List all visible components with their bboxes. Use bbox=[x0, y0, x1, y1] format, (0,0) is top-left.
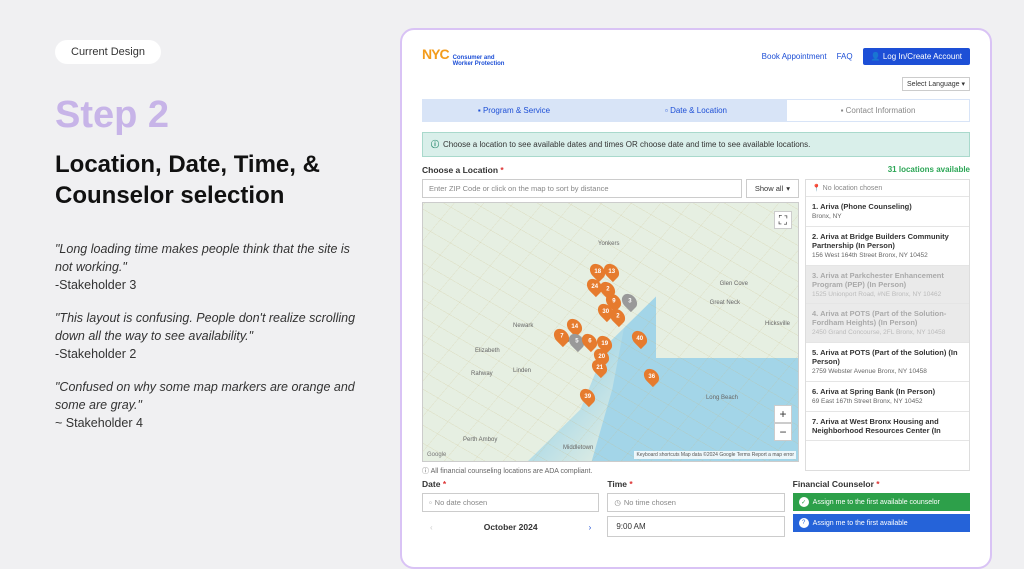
map[interactable]: Yonkers Newark New York Elizabeth Glen C… bbox=[422, 202, 799, 462]
nyc-logo: NYC Consumer and Worker Protection bbox=[422, 46, 504, 67]
time-input[interactable]: ◷ No time chosen bbox=[607, 493, 784, 512]
location-item-3: 3. Ariva at Parkchester Enhancement Prog… bbox=[806, 266, 969, 305]
calendar-icon: ▫ bbox=[429, 498, 432, 507]
zip-input[interactable]: Enter ZIP Code or click on the map to so… bbox=[422, 179, 742, 198]
date-label: Date * bbox=[422, 479, 599, 489]
chevron-down-icon: ▾ bbox=[786, 184, 790, 193]
counselor-first-available[interactable]: ✓Assign me to the first available counse… bbox=[793, 493, 970, 511]
step-date-location[interactable]: ▫ Date & Location bbox=[605, 100, 787, 121]
location-item-7[interactable]: 7. Ariva at West Bronx Housing and Neigh… bbox=[806, 412, 969, 441]
no-location-chosen: 📍 No location chosen bbox=[806, 180, 969, 197]
counselor-help[interactable]: ?Assign me to the first available bbox=[793, 514, 970, 532]
counselor-label: Financial Counselor * bbox=[793, 479, 970, 489]
zoom-in-button[interactable]: + bbox=[774, 405, 792, 423]
app-screenshot: NYC Consumer and Worker Protection Book … bbox=[400, 28, 992, 569]
user-icon: 👤 bbox=[871, 52, 881, 61]
step-program[interactable]: ▪ Program & Service bbox=[423, 100, 605, 121]
date-input[interactable]: ▫ No date chosen bbox=[422, 493, 599, 512]
check-icon: ✓ bbox=[799, 497, 809, 507]
quote-1-by: -Stakeholder 3 bbox=[55, 278, 370, 292]
show-all-dropdown[interactable]: Show all▾ bbox=[746, 179, 799, 198]
quote-2-by: -Stakeholder 2 bbox=[55, 347, 370, 361]
location-item-2[interactable]: 2. Ariva at Bridge Builders Community Pa… bbox=[806, 227, 969, 266]
next-month-button[interactable]: › bbox=[589, 523, 592, 532]
map-attribution: Keyboard shortcuts Map data ©2024 Google… bbox=[634, 451, 796, 459]
locations-count: 31 locations available bbox=[888, 165, 970, 175]
location-list[interactable]: 📍 No location chosen 1. Ariva (Phone Cou… bbox=[805, 179, 970, 471]
choose-location-label: Choose a Location * bbox=[422, 165, 504, 175]
quote-2: "This layout is confusing. People don't … bbox=[55, 310, 370, 345]
time-label: Time * bbox=[607, 479, 784, 489]
step-contact[interactable]: ▪ Contact Information bbox=[787, 100, 969, 121]
quote-1: "Long loading time makes people think th… bbox=[55, 241, 370, 276]
location-item-4: 4. Ariva at POTS (Part of the Solution- … bbox=[806, 304, 969, 343]
prev-month-button[interactable]: ‹ bbox=[430, 523, 433, 532]
book-appointment-link[interactable]: Book Appointment bbox=[762, 52, 827, 61]
location-item-6[interactable]: 6. Ariva at Spring Bank (In Person) 69 E… bbox=[806, 382, 969, 412]
fullscreen-icon[interactable]: ⛶ bbox=[774, 211, 792, 229]
design-badge: Current Design bbox=[55, 40, 161, 64]
zoom-out-button[interactable]: − bbox=[774, 423, 792, 441]
step-title: Location, Date, Time, & Counselor select… bbox=[55, 149, 370, 211]
calendar-header: ‹ October 2024 › bbox=[422, 516, 599, 538]
location-item-5[interactable]: 5. Ariva at POTS (Part of the Solution) … bbox=[806, 343, 969, 382]
time-slot-900[interactable]: 9:00 AM bbox=[607, 516, 784, 537]
quote-3-by: ~ Stakeholder 4 bbox=[55, 416, 370, 430]
info-banner: ⓘ Choose a location to see available dat… bbox=[422, 132, 970, 157]
language-select[interactable]: Select Language ▾ bbox=[902, 77, 970, 91]
progress-bar: ▪ Program & Service ▫ Date & Location ▪ … bbox=[422, 99, 970, 122]
clock-icon: ◷ bbox=[614, 498, 621, 507]
ada-note: ⓘ All financial counseling locations are… bbox=[422, 466, 799, 476]
location-item-1[interactable]: 1. Ariva (Phone Counseling) Bronx, NY bbox=[806, 197, 969, 227]
google-logo: Google bbox=[427, 452, 446, 458]
step-number: Step 2 bbox=[55, 94, 370, 137]
question-icon: ? bbox=[799, 518, 809, 528]
logo-main: NYC bbox=[422, 46, 449, 62]
calendar-month: October 2024 bbox=[484, 522, 538, 532]
quote-3: "Confused on why some map markers are or… bbox=[55, 379, 370, 414]
faq-link[interactable]: FAQ bbox=[837, 52, 853, 61]
login-button[interactable]: 👤 Log In/Create Account bbox=[863, 48, 970, 65]
info-icon: ⓘ bbox=[431, 139, 439, 150]
